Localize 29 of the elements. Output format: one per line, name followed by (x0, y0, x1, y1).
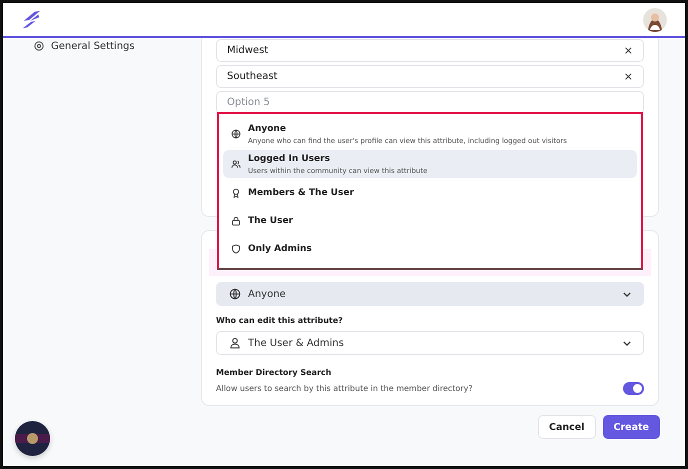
globe-icon (229, 288, 241, 300)
remove-button[interactable]: × (624, 70, 633, 83)
chevron-down-icon (623, 340, 631, 346)
field-label: Who can edit this attribute? (216, 316, 344, 325)
setting-description: Allow users to search by this attribute in the member directory? (216, 384, 473, 393)
lock-icon (231, 216, 241, 226)
cancel-button[interactable]: Cancel (538, 415, 596, 439)
setting-title: Member Directory Search (216, 368, 332, 377)
launcher-button[interactable] (15, 421, 50, 456)
users-icon (231, 159, 241, 169)
sidebar-item[interactable]: General Settings (33, 40, 201, 52)
menu-option[interactable]: Members & The User (223, 180, 637, 206)
avatar-icon[interactable] (643, 8, 667, 32)
input-field[interactable]: Option 5 (216, 91, 644, 114)
create-button[interactable]: Create (602, 415, 660, 439)
option-field[interactable]: Midwest × (216, 39, 644, 62)
globe-icon (231, 129, 241, 139)
chevron-down-icon (623, 292, 631, 296)
remove-button[interactable]: × (624, 44, 633, 57)
user-icon (229, 337, 241, 349)
menu-option[interactable]: Only Admins (223, 236, 637, 262)
edit-select[interactable]: The User & Admins (216, 331, 644, 355)
toggle-switch[interactable] (623, 382, 644, 395)
shield-icon (231, 244, 241, 254)
award-icon (231, 188, 241, 198)
visibility-select[interactable]: Anyone (216, 282, 644, 306)
option-field[interactable]: Southeast × (216, 65, 644, 88)
settings-icon (33, 40, 45, 52)
menu-option[interactable]: The User (223, 208, 637, 234)
